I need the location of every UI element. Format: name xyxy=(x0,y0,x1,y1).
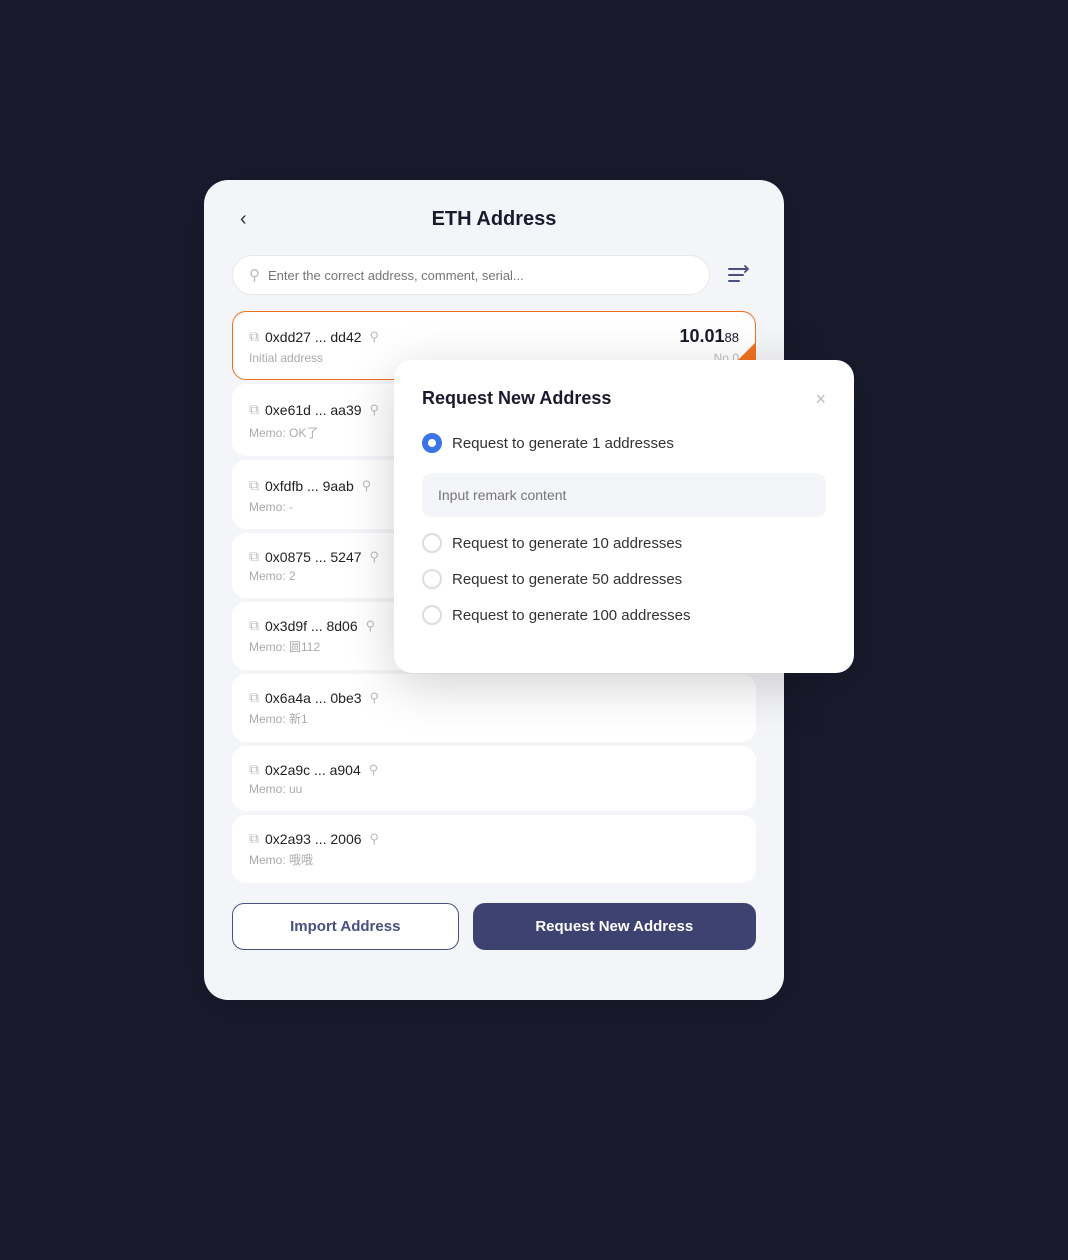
radio-label-1: Request to generate 1 addresses xyxy=(452,435,674,452)
request-new-address-button[interactable]: Request New Address xyxy=(473,903,756,950)
search-addr-icon-5[interactable]: ⚲ xyxy=(370,690,380,706)
search-addr-icon-6[interactable]: ⚲ xyxy=(369,762,379,778)
radio-circle-2 xyxy=(422,533,442,553)
address-card-7[interactable]: ⧉ 0x2a93 ... 2006 ⚲ Memo: 哦哦 xyxy=(232,815,756,883)
address-memo-3: Memo: 2 xyxy=(249,569,296,583)
address-memo-6: Memo: uu xyxy=(249,782,302,796)
address-memo-0: Initial address xyxy=(249,351,323,365)
bottom-buttons: Import Address Request New Address xyxy=(232,903,756,950)
modal-close-button[interactable]: × xyxy=(815,390,826,408)
search-addr-icon-4[interactable]: ⚲ xyxy=(366,618,376,634)
radio-circle-1 xyxy=(422,433,442,453)
copy-icon-1[interactable]: ⧉ xyxy=(249,401,259,418)
address-memo-1: Memo: OK了 xyxy=(249,424,318,441)
copy-icon-0[interactable]: ⧉ xyxy=(249,328,259,345)
address-hash-7: 0x2a93 ... 2006 xyxy=(265,831,362,847)
address-memo-4: Memo: 圆112 xyxy=(249,638,320,655)
address-card-6[interactable]: ⧉ 0x2a9c ... a904 ⚲ Memo: uu xyxy=(232,746,756,811)
copy-icon-6[interactable]: ⧉ xyxy=(249,761,259,778)
radio-label-2: Request to generate 10 addresses xyxy=(452,535,682,552)
search-addr-icon-3[interactable]: ⚲ xyxy=(370,549,380,565)
address-memo-5: Memo: 新1 xyxy=(249,710,308,727)
radio-option-1[interactable]: Request to generate 1 addresses xyxy=(422,433,826,453)
search-bar: ⚲ xyxy=(232,255,710,295)
address-hash-5: 0x6a4a ... 0be3 xyxy=(265,690,362,706)
search-addr-icon-7[interactable]: ⚲ xyxy=(370,831,380,847)
address-hash-6: 0x2a9c ... a904 xyxy=(265,762,361,778)
address-hash-4: 0x3d9f ... 8d06 xyxy=(265,618,358,634)
address-memo-2: Memo: - xyxy=(249,500,293,514)
import-address-button[interactable]: Import Address xyxy=(232,903,459,950)
search-input[interactable] xyxy=(268,268,693,283)
radio-circle-4 xyxy=(422,605,442,625)
radio-option-4[interactable]: Request to generate 100 addresses xyxy=(422,605,826,625)
search-icon: ⚲ xyxy=(249,266,260,284)
radio-circle-3 xyxy=(422,569,442,589)
remark-input[interactable] xyxy=(422,473,826,517)
address-memo-7: Memo: 哦哦 xyxy=(249,851,313,868)
search-addr-icon-0[interactable]: ⚲ xyxy=(370,329,380,345)
search-addr-icon-2[interactable]: ⚲ xyxy=(362,478,372,494)
page-title: ETH Address xyxy=(432,208,557,231)
radio-option-3[interactable]: Request to generate 50 addresses xyxy=(422,569,826,589)
address-hash-0: 0xdd27 ... dd42 xyxy=(265,329,362,345)
copy-icon-2[interactable]: ⧉ xyxy=(249,477,259,494)
radio-label-3: Request to generate 50 addresses xyxy=(452,571,682,588)
address-hash-1: 0xe61d ... aa39 xyxy=(265,402,362,418)
copy-icon-7[interactable]: ⧉ xyxy=(249,830,259,847)
request-new-address-modal: Request New Address × Request to generat… xyxy=(394,360,854,673)
modal-title: Request New Address xyxy=(422,388,611,409)
sort-filter-icon[interactable] xyxy=(720,257,756,293)
copy-icon-4[interactable]: ⧉ xyxy=(249,617,259,634)
radio-option-2[interactable]: Request to generate 10 addresses xyxy=(422,533,826,553)
address-card-5[interactable]: ⧉ 0x6a4a ... 0be3 ⚲ Memo: 新1 xyxy=(232,674,756,742)
back-button[interactable]: ‹ xyxy=(232,204,255,235)
radio-label-4: Request to generate 100 addresses xyxy=(452,607,691,624)
search-row: ⚲ xyxy=(232,255,756,295)
header: ‹ ETH Address xyxy=(232,208,756,231)
copy-icon-3[interactable]: ⧉ xyxy=(249,548,259,565)
address-hash-2: 0xfdfb ... 9aab xyxy=(265,478,354,494)
modal-header: Request New Address × xyxy=(422,388,826,409)
address-hash-3: 0x0875 ... 5247 xyxy=(265,549,362,565)
copy-icon-5[interactable]: ⧉ xyxy=(249,689,259,706)
search-addr-icon-1[interactable]: ⚲ xyxy=(370,402,380,418)
